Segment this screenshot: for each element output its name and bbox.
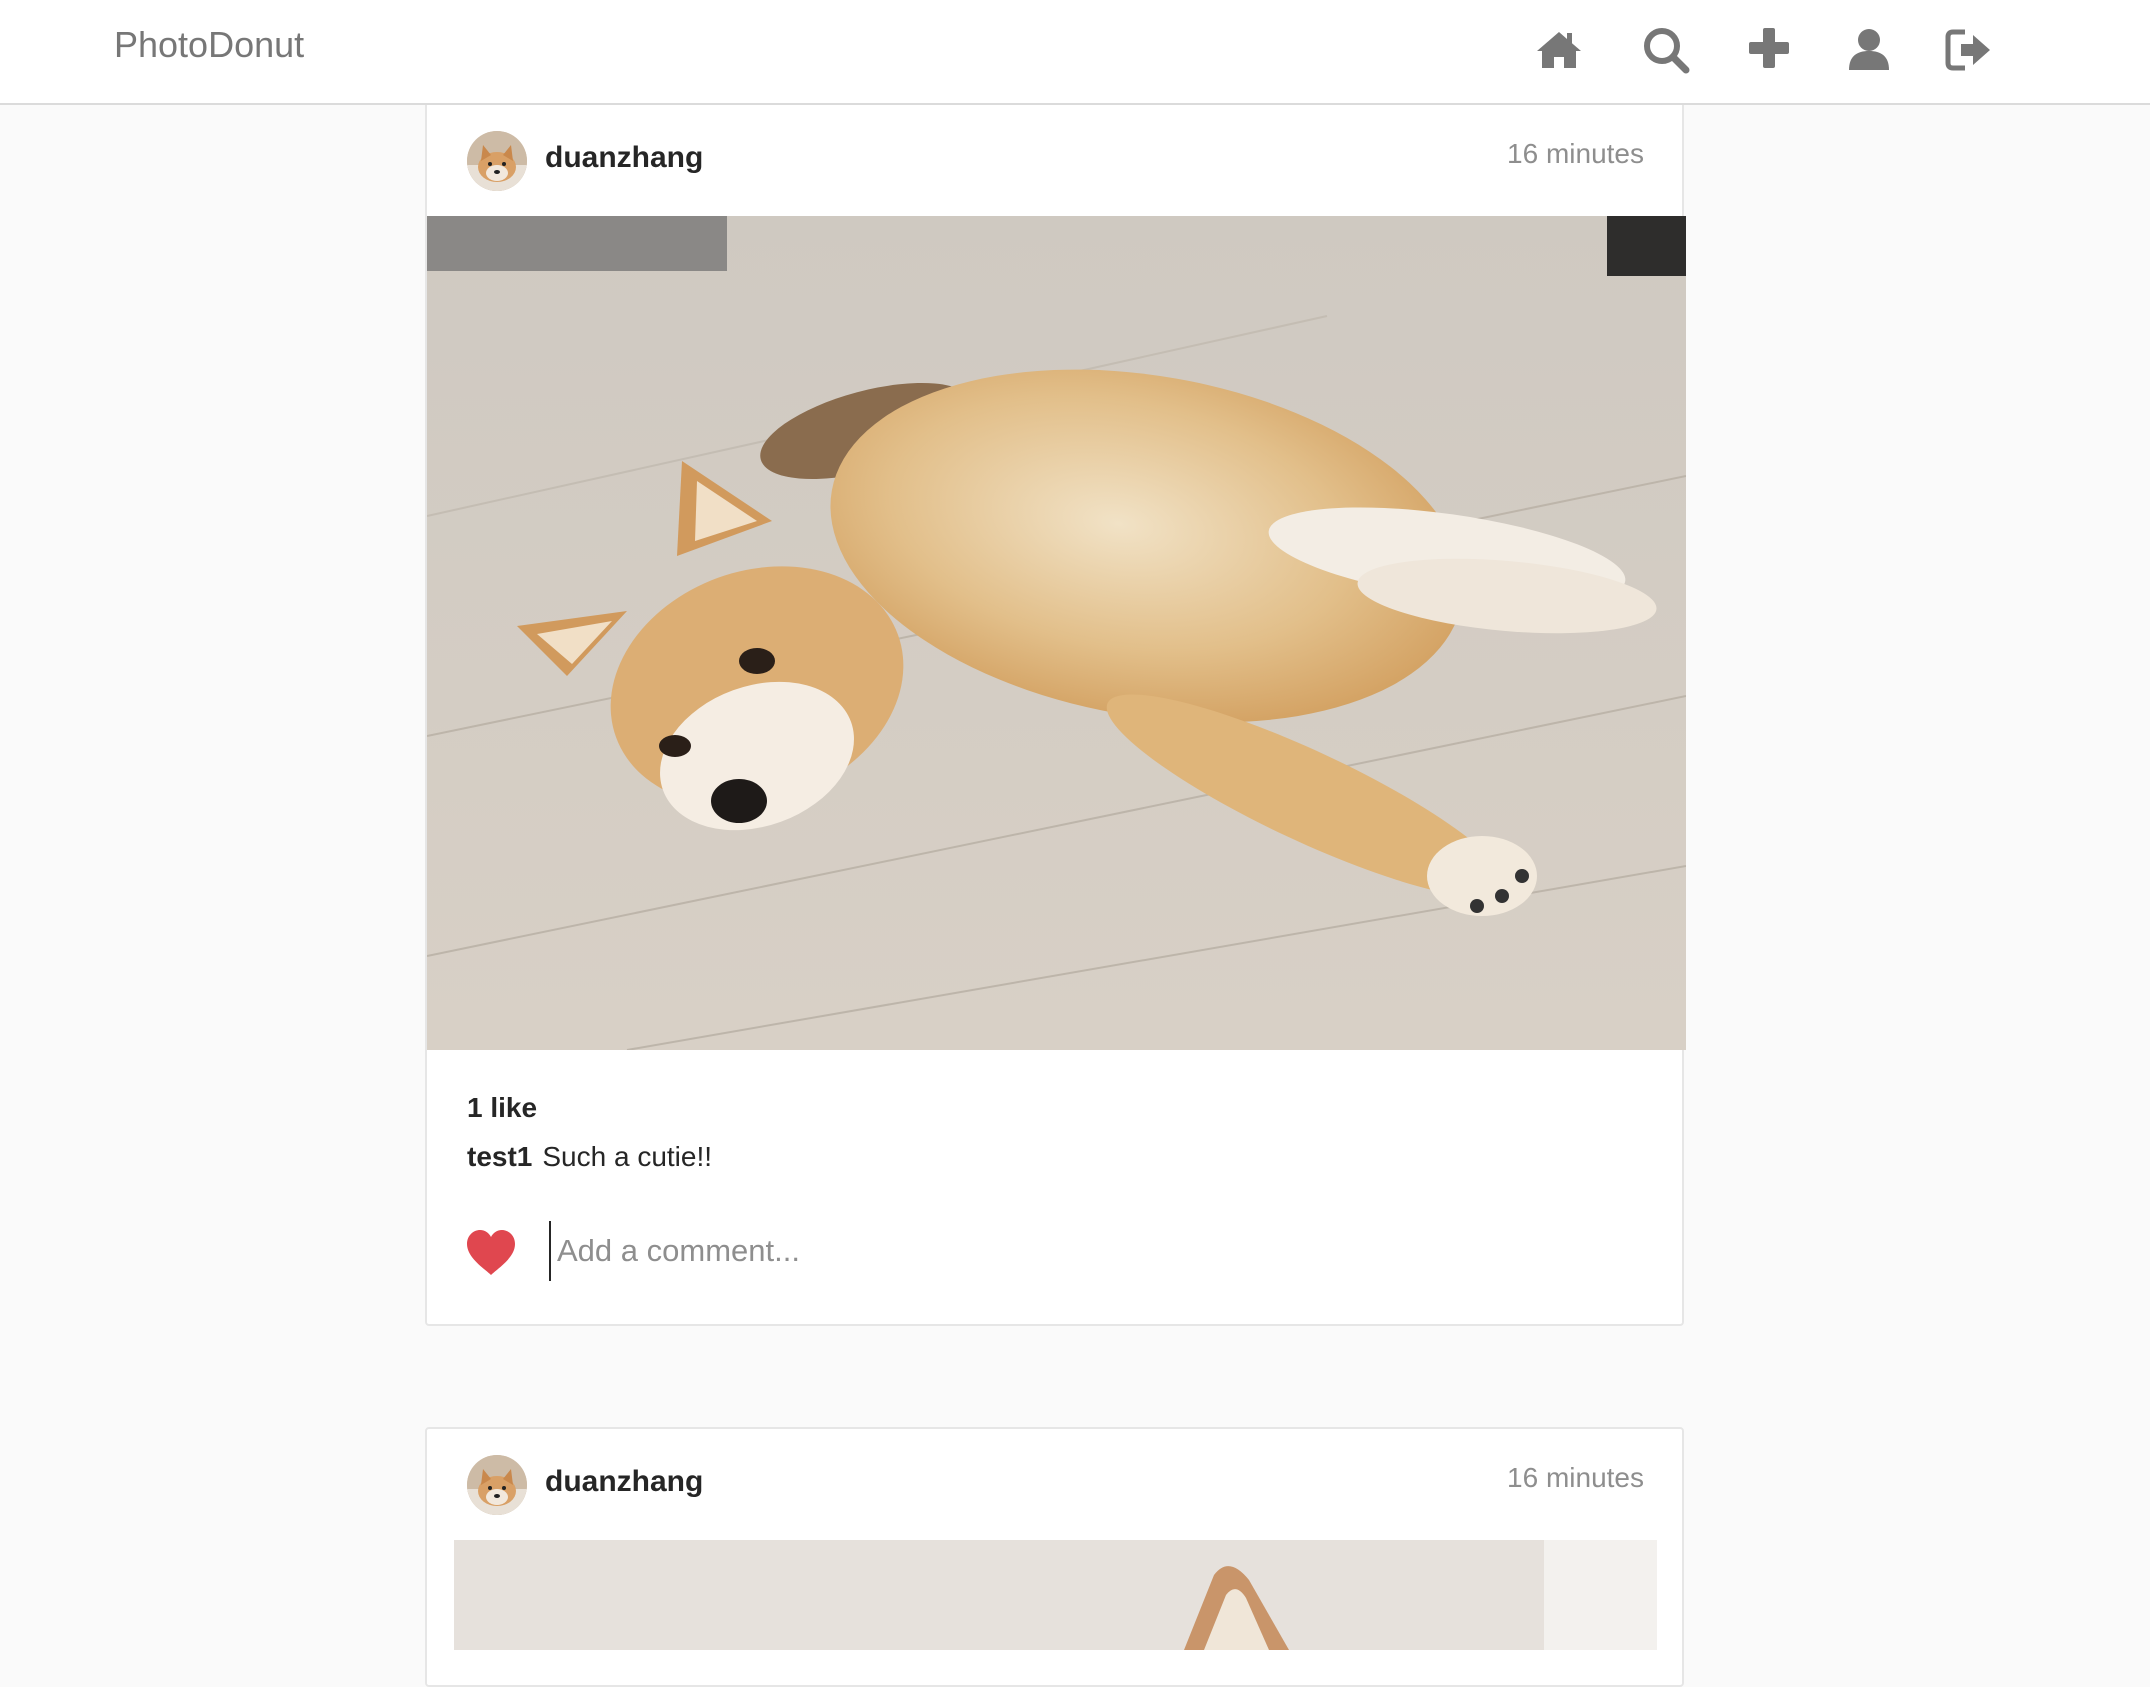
post-photo[interactable]	[427, 216, 1686, 1050]
home-icon[interactable]	[1533, 24, 1585, 76]
avatar[interactable]	[467, 1455, 527, 1515]
user-icon[interactable]	[1843, 24, 1895, 76]
like-heart-icon[interactable]	[465, 1229, 517, 1277]
comment-item: test1 Such a cutie!!	[467, 1141, 712, 1173]
likes-count: 1 like	[467, 1092, 538, 1123]
logout-icon[interactable]	[1943, 24, 1995, 76]
post-username[interactable]: duanzhang	[545, 141, 703, 175]
comment-input[interactable]	[549, 1221, 1639, 1281]
plus-icon[interactable]	[1743, 24, 1795, 76]
comment-text: Such a cutie!!	[542, 1141, 713, 1172]
post-card: duanzhang 16 minutes	[425, 1427, 1684, 1687]
post-card: duanzhang 16 minutes	[425, 105, 1686, 1326]
post-username[interactable]: duanzhang	[545, 1465, 703, 1499]
post-photo[interactable]	[454, 1540, 1657, 1650]
comment-username[interactable]: test1	[467, 1141, 532, 1172]
avatar[interactable]	[467, 131, 527, 191]
top-navbar: PhotoDonut	[0, 0, 2150, 105]
post-timestamp: 16 minutes	[1507, 138, 1644, 169]
post-timestamp: 16 minutes	[1507, 1462, 1644, 1493]
brand-logo[interactable]: PhotoDonut	[114, 24, 304, 66]
search-icon[interactable]	[1640, 24, 1692, 76]
